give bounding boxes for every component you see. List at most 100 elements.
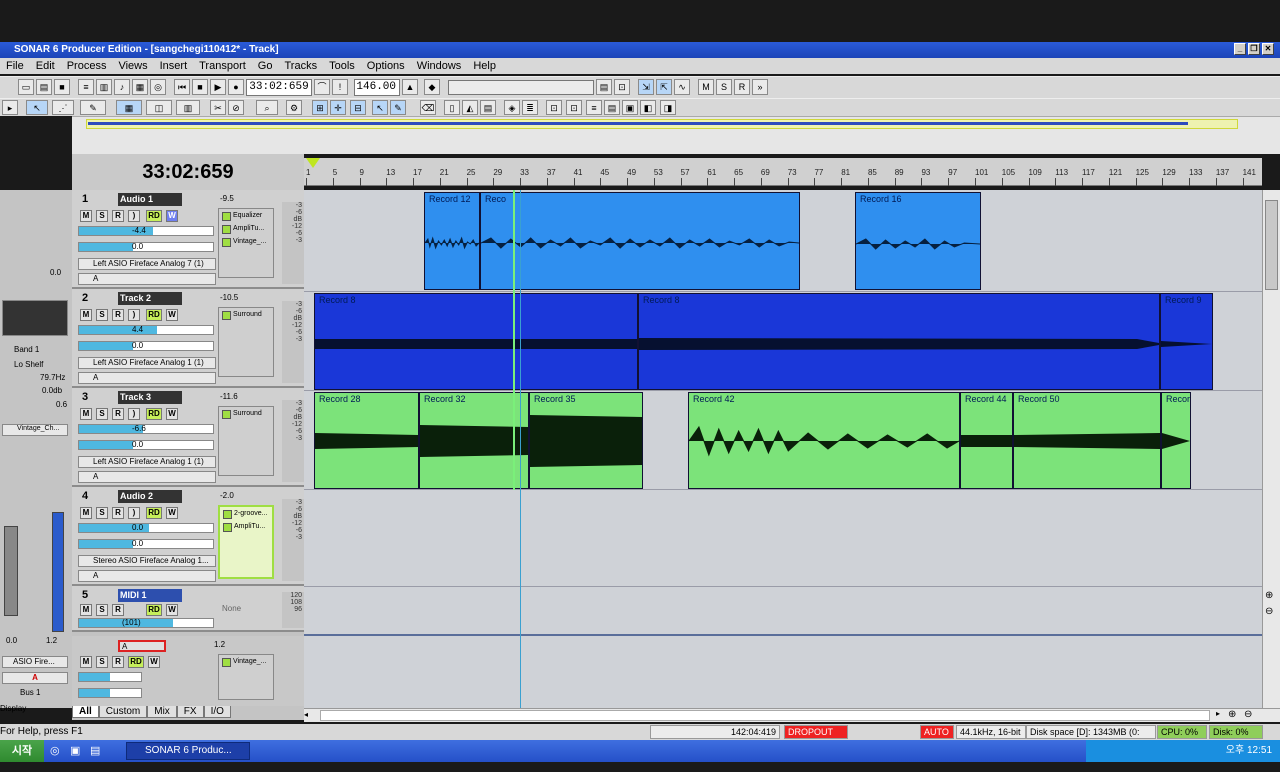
clip[interactable]: Reco — [480, 192, 800, 290]
mute-button[interactable]: M — [80, 656, 92, 668]
fx-bin[interactable]: Surround — [218, 307, 274, 377]
pencil-icon[interactable]: ✎ — [390, 100, 406, 115]
fx-slot[interactable]: None — [222, 604, 241, 613]
bus-volume-fader[interactable] — [78, 672, 142, 682]
fx-bin[interactable]: Surround — [218, 406, 274, 476]
eq-graph[interactable] — [2, 300, 68, 336]
menu-edit[interactable]: Edit — [30, 58, 61, 74]
tab-io[interactable]: I/O — [203, 706, 231, 718]
output-select[interactable]: Left ASIO Fireface Analog 7 (1) — [78, 258, 216, 270]
midi-volume-fader[interactable] — [78, 618, 214, 628]
inspector-display[interactable]: Display — [0, 704, 26, 713]
track-name[interactable]: Track 3 — [118, 391, 182, 404]
arm-button[interactable]: R — [112, 656, 124, 668]
solo-all-button[interactable]: S — [716, 79, 732, 95]
snap-icon[interactable]: ⊡ — [614, 79, 630, 95]
stop-icon[interactable]: ■ — [192, 79, 208, 95]
fx-slot[interactable]: Vintage_... — [219, 655, 273, 668]
automation-icon[interactable]: ⇲ — [638, 79, 654, 95]
h-zoom-out-icon[interactable]: ⊖ — [1244, 709, 1252, 720]
read-automation-button[interactable]: RD — [146, 604, 162, 616]
track-name[interactable]: MIDI 1 — [118, 589, 182, 602]
panic-icon[interactable]: ! — [332, 79, 348, 95]
save-icon[interactable]: ■ — [54, 79, 70, 95]
bus-name[interactable]: A — [118, 640, 166, 652]
vertical-scrollbar[interactable]: ⊕ ⊖ — [1262, 190, 1280, 708]
eq-band-select[interactable]: Band 1 — [14, 345, 39, 354]
vscroll-thumb[interactable] — [1265, 200, 1278, 290]
clip[interactable]: Record 12 — [424, 192, 480, 290]
write-automation-button[interactable]: W — [166, 507, 178, 519]
track-2[interactable]: 2 Track 2 -10.5 M S R ) RD W 4.4 0.0 Lef… — [72, 289, 304, 388]
track-4[interactable]: 4 Audio 2 -2.0 M S R ) RD W 0.0 0.0 Ster… — [72, 487, 304, 586]
volume-fader[interactable] — [78, 325, 214, 335]
clip[interactable]: Record 42 — [688, 392, 960, 489]
view-options-icon[interactable]: ▯ — [444, 100, 460, 115]
select-arrow-icon[interactable]: ↖ — [26, 100, 48, 115]
layout-e-icon[interactable]: ▣ — [622, 100, 638, 115]
pan-fader[interactable] — [78, 341, 214, 351]
eq-type-select[interactable]: Lo Shelf — [14, 360, 43, 369]
mute-button[interactable]: M — [80, 309, 92, 321]
read-automation-button[interactable]: RD — [128, 656, 144, 668]
waveform-icon[interactable]: ∿ — [674, 79, 690, 95]
eq-q-value[interactable]: 0.6 — [56, 400, 67, 409]
clip[interactable]: Record 9 — [1160, 293, 1213, 390]
mute-button[interactable]: M — [80, 604, 92, 616]
fx-slot[interactable]: Surround — [219, 407, 273, 420]
ie-icon[interactable]: ◎ — [50, 740, 60, 762]
inspector-input[interactable]: A — [2, 672, 68, 684]
zoom-in-icon[interactable]: ⊕ — [1265, 590, 1273, 601]
menu-tools[interactable]: Tools — [323, 58, 361, 74]
menu-windows[interactable]: Windows — [411, 58, 468, 74]
play-icon[interactable]: ▶ — [210, 79, 226, 95]
eraser-icon[interactable]: ⌫ — [420, 100, 436, 115]
mute-all-button[interactable]: M — [698, 79, 714, 95]
arm-button[interactable]: R — [112, 309, 124, 321]
fx-slot[interactable]: AmpliTu... — [220, 520, 272, 533]
clip-props-icon[interactable]: ▤ — [480, 100, 496, 115]
fx-slot[interactable]: 2-groove... — [220, 507, 272, 520]
clip[interactable]: Record 8 — [638, 293, 1160, 390]
input-select[interactable]: A — [78, 273, 216, 285]
zoom-fit-icon[interactable]: ⊟ — [350, 100, 366, 115]
menu-transport[interactable]: Transport — [193, 58, 252, 74]
fx-bin[interactable]: Vintage_... — [218, 654, 274, 700]
loop-view-icon[interactable]: ◎ — [150, 79, 166, 95]
align-icon[interactable]: ≣ — [522, 100, 538, 115]
fx-slot[interactable]: Surround — [219, 308, 273, 321]
tab-fx[interactable]: FX — [176, 706, 204, 718]
clip[interactable]: Record 50 — [1013, 392, 1161, 489]
tab-all[interactable]: All — [72, 706, 99, 718]
menu-options[interactable]: Options — [361, 58, 411, 74]
tempo-display[interactable]: 146.00 — [354, 79, 400, 96]
solo-button[interactable]: S — [96, 408, 108, 420]
echo-button[interactable]: ) — [128, 210, 140, 222]
tab-custom[interactable]: Custom — [98, 706, 148, 718]
tempo-tap-icon[interactable]: ▲ — [402, 79, 418, 95]
write-automation-button[interactable]: W — [148, 656, 160, 668]
solo-button[interactable]: S — [96, 604, 108, 616]
pointer-icon[interactable]: ↖ — [372, 100, 388, 115]
clip[interactable]: Record 35 — [529, 392, 643, 489]
clip[interactable]: Record 28 — [314, 392, 419, 489]
inspector-fader[interactable] — [4, 526, 18, 616]
volume-fader[interactable] — [78, 226, 214, 236]
split-icon[interactable]: ✂ — [210, 100, 226, 115]
input-select[interactable]: A — [78, 570, 216, 582]
solo-button[interactable]: S — [96, 507, 108, 519]
clip[interactable]: Record 44 — [960, 392, 1013, 489]
h-zoom-in-icon[interactable]: ⊕ — [1228, 709, 1236, 720]
track-name[interactable]: Track 2 — [118, 292, 182, 305]
record-all-button[interactable]: R — [734, 79, 750, 95]
console-icon[interactable]: ▦ — [132, 79, 148, 95]
automation-write-icon[interactable]: ⇱ — [656, 79, 672, 95]
navigator-pane[interactable] — [72, 116, 1280, 154]
tab-mix[interactable]: Mix — [147, 706, 177, 718]
fx-slot[interactable]: Equalizer — [219, 209, 273, 222]
piano-roll-icon[interactable]: ▥ — [96, 79, 112, 95]
pan-fader[interactable] — [78, 440, 214, 450]
center-icon[interactable]: ◈ — [504, 100, 520, 115]
bus-pan-fader[interactable] — [78, 688, 142, 698]
horizontal-scrollbar[interactable]: ◂ ▸ ⊕ ⊖ — [304, 708, 1280, 722]
